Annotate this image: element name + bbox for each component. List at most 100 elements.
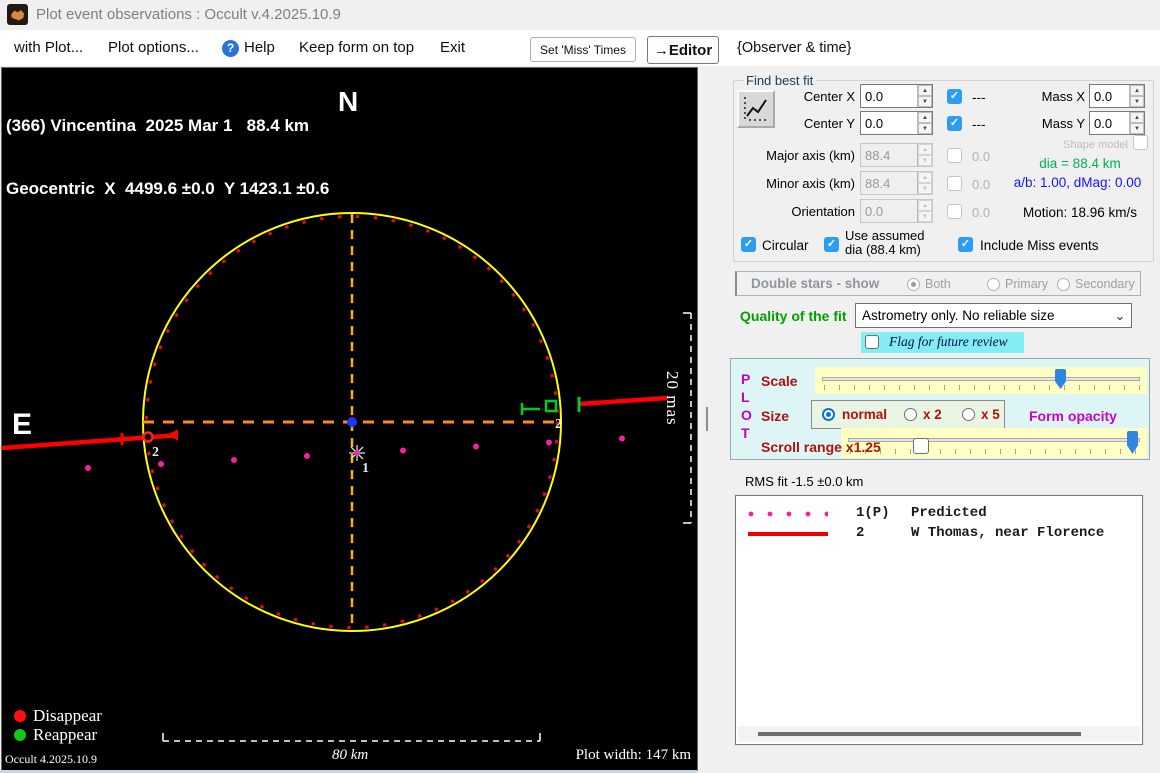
observation-name: W Thomas, near Florence xyxy=(911,525,1105,541)
title-bar: Plot event observations : Occult v.4.202… xyxy=(0,0,1160,30)
disappear-label: Disappear xyxy=(33,705,102,725)
double-stars-both-label: Both xyxy=(925,277,951,291)
size-normal-radio[interactable] xyxy=(822,408,835,421)
window-title: Plot event observations : Occult v.4.202… xyxy=(36,6,341,23)
star-label: 1 xyxy=(362,461,369,476)
center-marker xyxy=(347,417,357,427)
plot-letter-p: P xyxy=(741,371,751,387)
plot-width-label: Plot width: 147 km xyxy=(575,747,691,763)
double-stars-label: Double stars - show xyxy=(751,276,880,291)
disappear-arrow xyxy=(166,429,178,441)
disappear-dot-icon xyxy=(14,709,26,722)
orientation-input[interactable]: 0.0 ▲ ▼ xyxy=(860,199,933,223)
plot-title-line2: Geocentric X 4499.6 ±0.0 Y 1423.1 ±0.6 xyxy=(6,179,330,198)
orientation-checkbox[interactable] xyxy=(947,204,962,219)
observation-number: 2 xyxy=(856,525,865,541)
menu-plot-options[interactable]: Plot options... xyxy=(108,30,199,66)
help-icon[interactable]: ? xyxy=(222,40,239,57)
km-scale-label: 80 km xyxy=(332,747,369,763)
center-y-spinner[interactable]: ▲ ▼ xyxy=(917,112,932,134)
menu-help[interactable]: Help xyxy=(244,30,275,66)
size-x2-radio[interactable] xyxy=(904,408,917,421)
observation-row[interactable]: 2 W Thomas, near Florence xyxy=(736,524,1142,544)
mass-y-spinner[interactable]: ▲ ▼ xyxy=(1129,112,1144,134)
mass-x-label: Mass X xyxy=(1041,89,1085,104)
scroll-range-label: Scroll range x1.25 xyxy=(761,439,881,455)
center-x-label: Center X xyxy=(803,89,855,104)
center-x-spinner[interactable]: ▲ ▼ xyxy=(917,85,932,107)
rms-fit-label: RMS fit -1.5 ±0.0 km xyxy=(745,474,864,489)
observation-name: Predicted xyxy=(911,505,987,521)
size-x5-radio[interactable] xyxy=(962,408,975,421)
mass-y-input[interactable]: 0.0 ▲ ▼ xyxy=(1089,111,1145,135)
editor-button[interactable]: →Editor xyxy=(647,36,719,64)
include-miss-checkbox[interactable]: ✓ xyxy=(958,237,973,252)
center-y-checkbox[interactable]: ✓ xyxy=(947,116,962,131)
mas-scale-label: 20 mas xyxy=(663,371,682,426)
motion-text: Motion: 18.96 km/s xyxy=(1022,205,1138,220)
observations-listbox[interactable]: 1(P) Predicted 2 W Thomas, near Florence xyxy=(735,495,1143,745)
use-assumed-label: Use assumed dia (88.4 km) xyxy=(845,228,925,257)
scrollbar-thumb[interactable] xyxy=(758,732,1081,736)
center-y-suffix: --- xyxy=(972,117,986,132)
orientation-spinner[interactable]: ▲ ▼ xyxy=(917,200,932,222)
observer-time-label: {Observer & time} xyxy=(737,40,852,56)
shape-model-label: Shape model xyxy=(1063,139,1128,151)
double-stars-group: Double stars - show Both Primary Seconda… xyxy=(735,271,1141,296)
form-opacity-slider[interactable] xyxy=(841,428,1147,458)
size-radio-group: normal x 2 x 5 xyxy=(811,400,1005,429)
size-x2-label: x 2 xyxy=(923,407,942,422)
scale-label: Scale xyxy=(761,373,798,389)
predicted-marker-dots xyxy=(748,511,828,517)
mass-x-input[interactable]: 0.0 ▲ ▼ xyxy=(1089,84,1145,108)
minor-axis-label: Minor axis (km) xyxy=(766,176,855,191)
center-y-input[interactable]: 0.0 ▲ ▼ xyxy=(860,111,933,135)
menu-exit[interactable]: Exit xyxy=(440,30,465,66)
double-stars-secondary-radio[interactable] xyxy=(1057,278,1070,291)
splitter-handle[interactable] xyxy=(706,407,708,431)
chord-2-right-segment xyxy=(579,395,668,407)
km-scale-bar xyxy=(162,733,541,742)
double-stars-primary-radio[interactable] xyxy=(987,278,1000,291)
center-x-checkbox[interactable]: ✓ xyxy=(947,89,962,104)
mass-x-spinner[interactable]: ▲ ▼ xyxy=(1129,85,1144,107)
menu-with-plot[interactable]: with Plot... xyxy=(14,30,83,66)
reappear-label: Reappear xyxy=(33,724,98,744)
double-stars-secondary-label: Secondary xyxy=(1075,277,1135,291)
chord-2-left-label: 2 xyxy=(152,445,159,460)
quality-of-fit-dropdown[interactable]: Astrometry only. No reliable size ⌄ xyxy=(855,303,1132,328)
menu-keep-form-on-top[interactable]: Keep form on top xyxy=(299,30,414,66)
predicted-star-center xyxy=(354,450,360,456)
shape-model-checkbox[interactable] xyxy=(1133,135,1148,150)
flag-review-checkbox[interactable] xyxy=(865,335,879,349)
scroll-range-checkbox[interactable] xyxy=(913,438,929,454)
major-axis-aux: 0.0 xyxy=(972,149,991,164)
circular-label: Circular xyxy=(762,238,809,253)
double-stars-both-radio[interactable] xyxy=(907,278,920,291)
minor-axis-spinner[interactable]: ▲ ▼ xyxy=(917,172,932,194)
north-label: N xyxy=(338,86,359,117)
dia-text: dia = 88.4 km xyxy=(1039,156,1121,171)
center-x-input[interactable]: 0.0 ▲ ▼ xyxy=(860,84,933,108)
horizontal-scrollbar[interactable] xyxy=(738,726,1140,742)
orientation-aux: 0.0 xyxy=(972,205,991,220)
observation-row[interactable]: 1(P) Predicted xyxy=(736,504,1142,524)
menu-bar: with Plot... Plot options... ? Help Keep… xyxy=(0,30,1160,66)
ab-dmag-text: a/b: 1.00, dMag: 0.00 xyxy=(1013,175,1142,190)
minor-axis-aux: 0.0 xyxy=(972,177,991,192)
minor-axis-input[interactable]: 88.4 ▲ ▼ xyxy=(860,171,933,195)
circular-checkbox[interactable]: ✓ xyxy=(741,237,756,252)
major-axis-checkbox[interactable] xyxy=(947,148,962,163)
major-axis-spinner[interactable]: ▲ ▼ xyxy=(917,144,932,166)
use-assumed-checkbox[interactable]: ✓ xyxy=(824,237,839,252)
occultation-plot-canvas[interactable]: 1 2 2 (366) Vincentina 2025 Mar 1 88.4 k… xyxy=(1,67,698,771)
minor-axis-checkbox[interactable] xyxy=(947,176,962,191)
double-stars-primary-label: Primary xyxy=(1005,277,1049,291)
flag-band: Flag for future review xyxy=(861,332,1024,353)
chord-marker-line xyxy=(748,532,828,536)
size-x5-label: x 5 xyxy=(981,407,1000,422)
scale-slider[interactable] xyxy=(815,367,1147,394)
set-miss-times-button[interactable]: Set 'Miss' Times xyxy=(530,37,636,62)
major-axis-input[interactable]: 88.4 ▲ ▼ xyxy=(860,143,933,167)
reappear-markers xyxy=(520,397,581,415)
